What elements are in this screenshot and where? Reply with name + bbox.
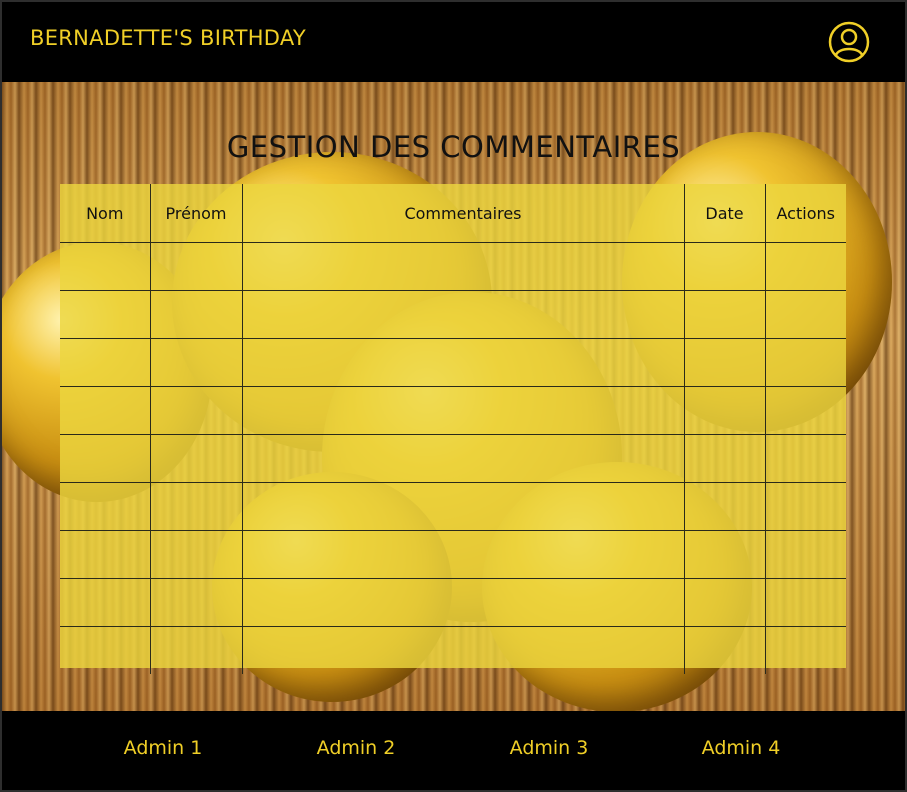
table-cell bbox=[241, 530, 684, 579]
table-cell bbox=[149, 386, 242, 435]
table-cell bbox=[764, 290, 846, 339]
table-cell bbox=[764, 338, 846, 387]
table-row bbox=[60, 530, 846, 579]
table-cell bbox=[764, 386, 846, 435]
table-cell bbox=[683, 338, 765, 387]
comments-table-container: Nom Prénom Commentaires Date Actions bbox=[60, 184, 846, 674]
table-cell bbox=[683, 290, 765, 339]
table-cell bbox=[60, 530, 150, 579]
table-cell bbox=[683, 578, 765, 627]
comments-table: Nom Prénom Commentaires Date Actions bbox=[60, 184, 846, 674]
site-title[interactable]: BERNADETTE'S BIRTHDAY bbox=[30, 26, 306, 50]
table-row bbox=[60, 626, 846, 675]
nav-admin-3[interactable]: Admin 3 bbox=[479, 737, 619, 759]
table-row bbox=[60, 386, 846, 435]
table-cell bbox=[60, 338, 150, 387]
table-cell bbox=[241, 578, 684, 627]
table-cell bbox=[241, 242, 684, 291]
table-row bbox=[60, 338, 846, 387]
table-cell bbox=[241, 338, 684, 387]
bottom-nav: Admin 1 Admin 2 Admin 3 Admin 4 bbox=[2, 711, 905, 790]
table-cell bbox=[241, 482, 684, 531]
table-cell bbox=[60, 290, 150, 339]
table-cell bbox=[60, 434, 150, 483]
column-header-actions: Actions bbox=[764, 184, 846, 243]
table-cell bbox=[764, 530, 846, 579]
table-cell bbox=[683, 626, 765, 674]
table-cell bbox=[241, 626, 684, 674]
table-cell bbox=[764, 242, 846, 291]
table-cell bbox=[683, 434, 765, 483]
table-cell bbox=[764, 482, 846, 531]
table-cell bbox=[149, 338, 242, 387]
table-cell bbox=[683, 386, 765, 435]
column-header-prenom: Prénom bbox=[149, 184, 242, 243]
nav-admin-4[interactable]: Admin 4 bbox=[671, 737, 811, 759]
hero-background: GESTION DES COMMENTAIRES Nom Prénom Comm… bbox=[2, 82, 905, 711]
column-header-nom: Nom bbox=[60, 184, 150, 243]
table-cell bbox=[683, 482, 765, 531]
nav-admin-2[interactable]: Admin 2 bbox=[286, 737, 426, 759]
table-cell bbox=[683, 242, 765, 291]
table-row bbox=[60, 578, 846, 627]
table-row bbox=[60, 434, 846, 483]
nav-admin-1[interactable]: Admin 1 bbox=[93, 737, 233, 759]
table-cell bbox=[149, 434, 242, 483]
table-cell bbox=[241, 386, 684, 435]
table-cell bbox=[149, 530, 242, 579]
table-cell bbox=[149, 290, 242, 339]
column-header-date: Date bbox=[683, 184, 765, 243]
table-cell bbox=[149, 578, 242, 627]
table-cell bbox=[149, 482, 242, 531]
table-cell bbox=[60, 482, 150, 531]
table-cell bbox=[60, 386, 150, 435]
table-cell bbox=[241, 290, 684, 339]
column-header-commentaires: Commentaires bbox=[241, 184, 684, 243]
user-circle-icon[interactable] bbox=[828, 21, 870, 63]
table-cell bbox=[764, 626, 846, 674]
page-title: GESTION DES COMMENTAIRES bbox=[226, 130, 681, 164]
table-cell bbox=[60, 578, 150, 627]
table-cell bbox=[764, 434, 846, 483]
table-header-row: Nom Prénom Commentaires Date Actions bbox=[60, 184, 846, 243]
top-bar: BERNADETTE'S BIRTHDAY bbox=[2, 2, 905, 82]
table-cell bbox=[683, 530, 765, 579]
table-row bbox=[60, 482, 846, 531]
table-cell bbox=[764, 578, 846, 627]
table-cell bbox=[149, 242, 242, 291]
table-cell bbox=[149, 626, 242, 674]
app-frame: BERNADETTE'S BIRTHDAY GESTION DES COMMEN… bbox=[0, 0, 907, 792]
table-cell bbox=[60, 242, 150, 291]
table-row bbox=[60, 242, 846, 291]
table-row bbox=[60, 290, 846, 339]
table-cell bbox=[241, 434, 684, 483]
table-cell bbox=[60, 627, 150, 675]
